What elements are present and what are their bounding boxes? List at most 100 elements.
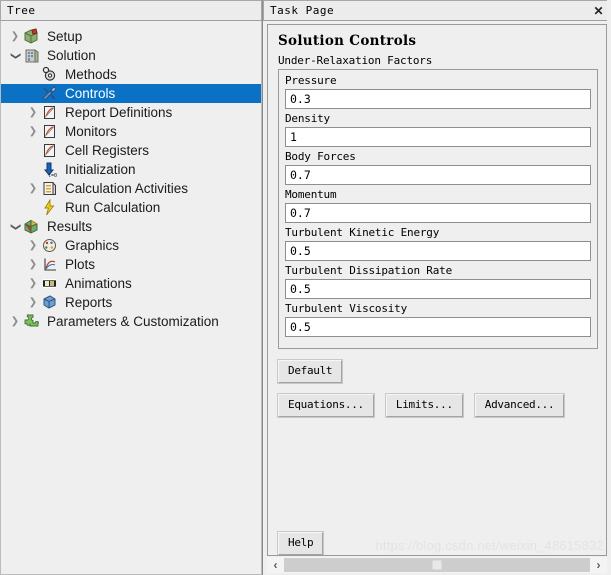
scroll-right-arrow[interactable]: › <box>590 557 607 573</box>
field-label-body-forces: Body Forces <box>285 150 356 163</box>
chevron-down-icon[interactable]: ❯ <box>10 48 21 64</box>
sidebar-item-methods[interactable]: ❯Methods <box>1 65 261 84</box>
task-page-content: Solution Controls Under-Relaxation Facto… <box>267 24 607 556</box>
field-label-density: Density <box>285 112 330 125</box>
field-body-forces: Body Forces <box>285 150 591 185</box>
reports-icon <box>41 294 61 311</box>
limits-button[interactable]: Limits... <box>385 394 463 417</box>
sidebar-item-label: Calculation Activities <box>65 181 189 196</box>
sidebar-item-initialization[interactable]: ❯t=0Initialization <box>1 160 261 179</box>
scrollbar-thumb[interactable] <box>284 558 590 572</box>
graphics-icon <box>41 237 61 254</box>
field-pressure: Pressure <box>285 74 591 109</box>
parameters-icon <box>23 313 43 330</box>
field-label-momentum: Momentum <box>285 188 337 201</box>
field-momentum: Momentum <box>285 188 591 223</box>
sidebar-item-controls[interactable]: ❯Controls <box>1 84 261 103</box>
sidebar-item-label: Results <box>47 219 93 234</box>
sidebar-item-label: Setup <box>47 29 83 44</box>
animations-icon <box>41 275 61 292</box>
sidebar-item-plots[interactable]: ❯ Plots <box>1 255 261 274</box>
results-icon <box>23 218 43 235</box>
chevron-right-icon[interactable]: ❯ <box>25 107 41 118</box>
scrollbar-track[interactable] <box>284 557 590 573</box>
task-page-title: Task Page <box>270 4 335 17</box>
sidebar-item-calculation-activities[interactable]: ❯ Calculation Activities <box>1 179 261 198</box>
density-input[interactable] <box>285 127 591 147</box>
scroll-left-arrow[interactable]: ‹ <box>267 557 284 573</box>
help-button[interactable]: Help <box>278 532 324 555</box>
task-page-header: Task Page ✕ <box>263 0 611 21</box>
tree-panel: Tree ❯Setup❯Solution❯Methods❯Controls❯Re… <box>0 0 263 575</box>
field-label-pressure: Pressure <box>285 74 337 87</box>
chevron-right-icon[interactable]: ❯ <box>25 183 41 194</box>
sidebar-item-label: Parameters & Customization <box>47 314 219 329</box>
turbulent-dissipation-rate-input[interactable] <box>285 279 591 299</box>
tree-list[interactable]: ❯Setup❯Solution❯Methods❯Controls❯Report … <box>0 21 262 575</box>
field-label-turbulent-dissipation-rate: Turbulent Dissipation Rate <box>285 264 452 277</box>
field-turbulent-kinetic-energy: Turbulent Kinetic Energy <box>285 226 591 261</box>
turbulent-viscosity-input[interactable] <box>285 317 591 337</box>
chevron-down-icon[interactable]: ❯ <box>10 219 21 235</box>
controls-icon <box>41 85 61 102</box>
sidebar-item-animations[interactable]: ❯ Animations <box>1 274 261 293</box>
svg-text:t=0: t=0 <box>48 173 57 178</box>
under-relaxation-factors-group: Pressure Density Body Forces Momentum Turbul… <box>278 69 598 349</box>
sidebar-item-graphics[interactable]: ❯ Graphics <box>1 236 261 255</box>
turbulent-kinetic-energy-input[interactable] <box>285 241 591 261</box>
field-label-turbulent-viscosity: Turbulent Viscosity <box>285 302 408 315</box>
chevron-right-icon[interactable]: ❯ <box>25 297 41 308</box>
sidebar-item-parameters-customization[interactable]: ❯ Parameters & Customization <box>1 312 261 331</box>
default-button-row: Default <box>278 360 598 383</box>
close-icon[interactable]: ✕ <box>593 4 604 18</box>
sidebar-item-solution[interactable]: ❯ Solution <box>1 46 261 65</box>
sidebar-item-setup[interactable]: ❯ Setup <box>1 27 261 46</box>
under-relaxation-factors-label: Under-Relaxation Factors <box>278 54 433 67</box>
sidebar-item-results[interactable]: ❯ Results <box>1 217 261 236</box>
advanced-button[interactable]: Advanced... <box>474 394 565 417</box>
field-density: Density <box>285 112 591 147</box>
task-page-panel: Task Page ✕ Solution Controls Under-Rela… <box>263 0 611 575</box>
solution-icon <box>23 47 43 64</box>
action-button-row: Equations... Limits... Advanced... <box>278 394 598 417</box>
application-window: Tree ❯Setup❯Solution❯Methods❯Controls❯Re… <box>0 0 611 575</box>
help-button-row: Help <box>278 532 335 555</box>
tree-panel-title: Tree <box>7 4 36 17</box>
horizontal-scrollbar[interactable]: ‹ › <box>267 557 607 573</box>
solution-controls-form: Solution Controls Under-Relaxation Facto… <box>268 25 606 555</box>
sidebar-item-label: Controls <box>65 86 116 101</box>
sidebar-item-run-calculation[interactable]: ❯Run Calculation <box>1 198 261 217</box>
report-icon <box>41 142 61 159</box>
sidebar-item-label: Animations <box>65 276 132 291</box>
sidebar-item-label: Solution <box>47 48 96 63</box>
chevron-right-icon[interactable]: ❯ <box>25 259 41 270</box>
sidebar-item-report-definitions[interactable]: ❯ Report Definitions <box>1 103 261 122</box>
sidebar-item-monitors[interactable]: ❯ Monitors <box>1 122 261 141</box>
body-forces-input[interactable] <box>285 165 591 185</box>
sidebar-item-label: Plots <box>65 257 96 272</box>
sidebar-item-label: Initialization <box>65 162 136 177</box>
methods-icon <box>41 66 61 83</box>
sidebar-item-label: Methods <box>65 67 117 82</box>
pressure-input[interactable] <box>285 89 591 109</box>
chevron-right-icon[interactable]: ❯ <box>7 316 23 327</box>
sidebar-item-reports[interactable]: ❯ Reports <box>1 293 261 312</box>
initialization-icon: t=0 <box>41 161 61 178</box>
watermark-text: https://blog.csdn.net/weixin_48615832 <box>375 538 604 553</box>
chevron-right-icon[interactable]: ❯ <box>25 126 41 137</box>
chevron-right-icon[interactable]: ❯ <box>25 278 41 289</box>
momentum-input[interactable] <box>285 203 591 223</box>
run-icon <box>41 199 61 216</box>
scrollbar-grip <box>431 559 443 571</box>
chevron-right-icon[interactable]: ❯ <box>25 240 41 251</box>
window-right-edge <box>607 0 611 575</box>
setup-icon <box>23 28 43 45</box>
chevron-right-icon[interactable]: ❯ <box>7 31 23 42</box>
sidebar-item-label: Cell Registers <box>65 143 150 158</box>
plots-icon <box>41 256 61 273</box>
default-button[interactable]: Default <box>278 360 343 383</box>
sidebar-item-label: Report Definitions <box>65 105 173 120</box>
sidebar-item-label: Run Calculation <box>65 200 161 215</box>
sidebar-item-cell-registers[interactable]: ❯Cell Registers <box>1 141 261 160</box>
equations-button[interactable]: Equations... <box>278 394 374 417</box>
